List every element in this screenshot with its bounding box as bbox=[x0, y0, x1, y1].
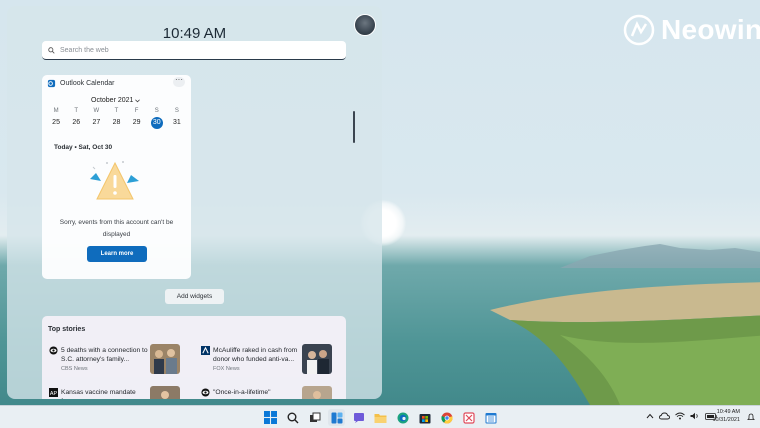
start-icon[interactable] bbox=[262, 409, 279, 426]
web-search-box[interactable]: Search the web bbox=[42, 41, 346, 60]
search-icon bbox=[48, 46, 55, 54]
weekday-label: T bbox=[114, 108, 119, 114]
calendar-title: Outlook Calendar bbox=[60, 80, 115, 87]
selected-day-label: 30 bbox=[150, 117, 163, 129]
calendar-more-button[interactable]: ··· bbox=[173, 76, 185, 87]
calendar-app-icon[interactable] bbox=[482, 409, 499, 426]
store-icon[interactable] bbox=[416, 409, 433, 426]
watermark-text: Neowin bbox=[661, 14, 760, 45]
wallpaper-mountains bbox=[560, 244, 760, 268]
ap-news-icon: AP bbox=[49, 388, 58, 397]
wallpaper-grass-island bbox=[490, 282, 760, 405]
weekday-label: S bbox=[154, 108, 159, 114]
outlook-icon bbox=[47, 79, 56, 88]
svg-text:AP: AP bbox=[50, 391, 58, 397]
taskbar: 10:49 AM 10/31/2021 bbox=[0, 405, 760, 428]
calendar-day[interactable]: 29 bbox=[127, 117, 147, 129]
learn-more-button[interactable]: Learn more bbox=[87, 246, 147, 262]
taskbar-clock[interactable]: 10:49 AM 10/31/2021 bbox=[712, 408, 740, 424]
weekday-label: M bbox=[53, 108, 59, 114]
taskbar-time: 10:49 AM bbox=[716, 409, 740, 415]
wifi-icon[interactable] bbox=[675, 412, 685, 420]
profile-avatar[interactable] bbox=[354, 14, 376, 36]
weekday-label: S bbox=[174, 108, 179, 114]
calendar-header: Outlook Calendar bbox=[47, 79, 114, 88]
fox-news-icon bbox=[201, 346, 210, 355]
watermark: Neowin bbox=[623, 14, 760, 46]
story-thumbnail bbox=[150, 344, 180, 374]
add-widgets-button[interactable]: Add widgets bbox=[165, 289, 224, 304]
chat-icon[interactable] bbox=[350, 409, 367, 426]
file-explorer-icon[interactable] bbox=[372, 409, 389, 426]
chevron-up-icon[interactable] bbox=[646, 413, 654, 419]
story-headline: 5 deaths with a connection to S.C. attor… bbox=[61, 347, 148, 363]
weekday-label: F bbox=[134, 108, 139, 114]
edge-icon[interactable] bbox=[394, 409, 411, 426]
chrome-icon[interactable] bbox=[438, 409, 455, 426]
search-placeholder: Search the web bbox=[60, 46, 109, 54]
calendar-day[interactable]: 27 bbox=[86, 117, 106, 129]
story-headline: "Once-in-a-lifetime" bbox=[213, 389, 271, 396]
story-card[interactable]: "Once-in-a-lifetime" bbox=[201, 386, 341, 399]
snipping-tool-icon[interactable] bbox=[460, 409, 477, 426]
top-stories-widget: Top stories 5 deaths with a connection t… bbox=[42, 316, 346, 399]
calendar-day[interactable]: 25 bbox=[46, 117, 66, 129]
story-thumbnail bbox=[302, 344, 332, 374]
task-view-icon[interactable] bbox=[306, 409, 323, 426]
story-headline: McAuliffe raked in cash from donor who f… bbox=[213, 347, 298, 363]
calendar-widget: Outlook Calendar ··· October 2021 M T W … bbox=[42, 75, 191, 279]
cbs-eye-icon bbox=[49, 346, 58, 355]
calendar-today-line: Today • Sat, Oct 30 bbox=[54, 144, 113, 151]
panel-scrollbar[interactable] bbox=[353, 111, 355, 143]
cbs-eye-icon bbox=[201, 388, 210, 397]
taskbar-apps bbox=[262, 409, 499, 426]
story-card[interactable]: AP Kansas vaccine mandate foes bbox=[49, 386, 189, 399]
warning-illustration-icon bbox=[90, 161, 139, 200]
notification-bell-icon[interactable] bbox=[747, 413, 755, 421]
story-card[interactable]: 5 deaths with a connection to S.C. attor… bbox=[49, 344, 189, 378]
widgets-panel: 10:49 AM Search the web Outlook Calendar… bbox=[7, 6, 382, 399]
weather-cloud-icon[interactable] bbox=[659, 412, 670, 420]
widgets-icon[interactable] bbox=[328, 409, 345, 426]
calendar-week-grid: M T W T F S S 25 26 27 28 29 30 31 bbox=[46, 108, 187, 129]
system-tray bbox=[646, 412, 717, 420]
volume-icon[interactable] bbox=[690, 412, 700, 420]
calendar-day-selected[interactable]: 30 bbox=[147, 117, 167, 129]
calendar-month-label: October 2021 bbox=[91, 97, 134, 104]
calendar-day[interactable]: 31 bbox=[167, 117, 187, 129]
story-headline: Kansas vaccine mandate foes bbox=[61, 389, 136, 399]
calendar-error-message: Sorry, events from this account can't be… bbox=[59, 219, 174, 238]
neowin-logo-icon bbox=[623, 14, 655, 46]
taskbar-date: 10/31/2021 bbox=[712, 417, 740, 423]
top-stories-title: Top stories bbox=[48, 326, 86, 333]
story-source: CBS News bbox=[61, 366, 88, 372]
weekday-label: W bbox=[93, 108, 100, 114]
story-card[interactable]: McAuliffe raked in cash from donor who f… bbox=[201, 344, 341, 378]
calendar-month-selector[interactable]: October 2021 bbox=[91, 97, 141, 104]
calendar-day[interactable]: 26 bbox=[66, 117, 86, 129]
chevron-down-icon bbox=[135, 98, 141, 102]
story-thumbnail bbox=[150, 386, 180, 399]
weekday-label: T bbox=[74, 108, 79, 114]
story-thumbnail bbox=[302, 386, 332, 399]
story-source: FOX News bbox=[213, 366, 240, 372]
calendar-day[interactable]: 28 bbox=[106, 117, 126, 129]
panel-clock: 10:49 AM bbox=[162, 25, 227, 42]
search-icon[interactable] bbox=[284, 409, 301, 426]
